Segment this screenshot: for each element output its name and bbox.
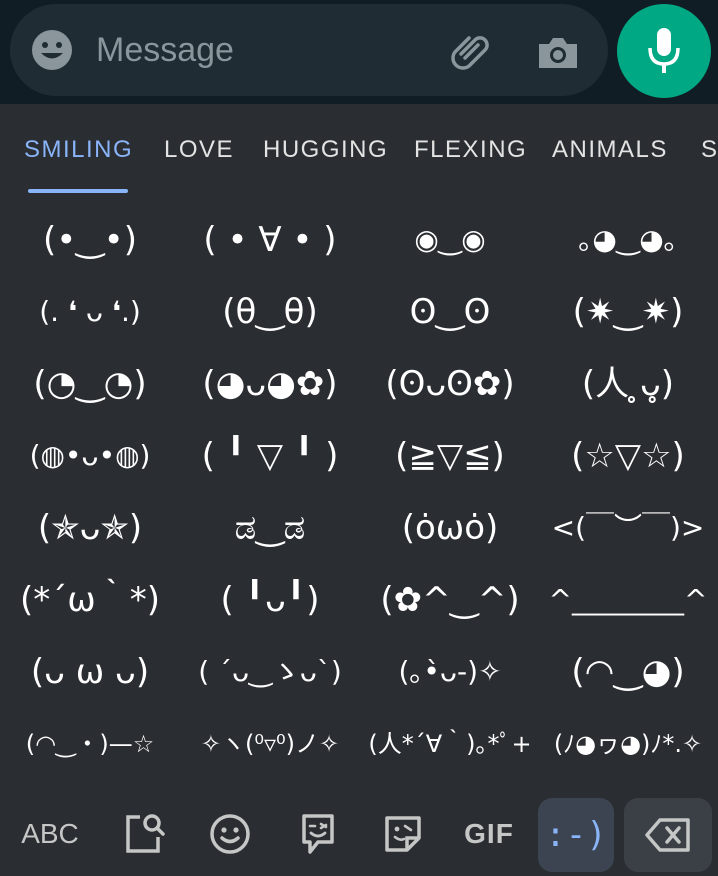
emoticon-item[interactable]: (ᴗ ω ᴗ) [0, 636, 180, 708]
emoticon-panel: SMILING LOVE HUGGING FLEXING ANIMALS S (… [0, 104, 718, 876]
emoticon-item[interactable]: (ȯωȯ) [360, 492, 540, 564]
active-tab-indicator [28, 189, 128, 193]
tab-more[interactable]: S [701, 136, 718, 164]
microphone-icon [648, 28, 680, 73]
emoticon-item[interactable]: (｡•̀ᴗ-)✧ [360, 636, 540, 708]
emoji-tab-button[interactable] [195, 792, 265, 876]
backspace-button[interactable] [624, 798, 712, 872]
emoticon-item[interactable]: (•‿•) [0, 204, 180, 276]
emoji-icon[interactable] [30, 28, 74, 72]
emoticon-tab-button[interactable]: :-) [538, 798, 614, 872]
emoticon-item[interactable]: (θ‿θ) [180, 276, 360, 348]
emoticon-item[interactable]: (人*´∀｀)｡*ﾟ+ [360, 708, 540, 780]
message-input[interactable]: Message [96, 28, 416, 72]
emoticon-item[interactable]: (ﾉ◕ヮ◕)ﾉ*.✧ [538, 708, 718, 780]
sticker-button[interactable] [368, 792, 438, 876]
emoticon-item[interactable]: (✿^‿^) [360, 564, 540, 636]
emoticon-item[interactable]: (◍•ᴗ•◍) [0, 420, 180, 492]
tab-animals[interactable]: ANIMALS [552, 136, 668, 164]
tab-love[interactable]: LOVE [164, 136, 234, 164]
camera-icon[interactable] [535, 30, 581, 76]
emoji-kitchen-button[interactable] [283, 792, 353, 876]
emoticon-item[interactable]: (◔‿◔) [0, 348, 180, 420]
clipboard-search-icon [126, 814, 165, 853]
abc-button[interactable]: ABC [10, 792, 90, 876]
emoticon-item[interactable]: (◠‿◕) [538, 636, 718, 708]
sticker-face-icon [302, 814, 334, 854]
microphone-button[interactable] [617, 4, 711, 98]
tab-flexing[interactable]: FLEXING [414, 136, 527, 164]
sticker-icon [385, 816, 421, 852]
emoticon-item[interactable]: (*´ω｀*) [0, 564, 180, 636]
emoticon-item[interactable]: (. ❛ ᴗ ❛.) [0, 276, 180, 348]
emoticon-item[interactable]: (✯ᴗ✯) [0, 492, 180, 564]
emoticon-item[interactable]: (✷‿✷) [538, 276, 718, 348]
gif-button[interactable]: GIF [455, 792, 523, 876]
emoticon-item[interactable]: (≧▽≦) [360, 420, 540, 492]
emoticon-item[interactable]: (人 ̥ᴗ̥) [538, 348, 718, 420]
emoticon-item[interactable]: ◉‿◉ [360, 204, 540, 276]
emoticon-item[interactable]: <(￣︶￣)> [538, 492, 718, 564]
message-input-container[interactable]: Message [10, 4, 608, 96]
emoticon-item[interactable]: ʘ‿ʘ [360, 276, 540, 348]
paperclip-icon[interactable] [447, 28, 495, 76]
emoticon-item[interactable]: (☆▽☆) [538, 420, 718, 492]
clipboard-button[interactable] [110, 792, 180, 876]
emoticon-item[interactable]: ( ╹ᴗ╹) [180, 564, 360, 636]
tab-smiling[interactable]: SMILING [24, 136, 133, 164]
category-tabs: SMILING LOVE HUGGING FLEXING ANIMALS S [0, 104, 718, 194]
emoticon-item[interactable]: ✧ヽ(⁰▿⁰)ノ✧ [180, 708, 360, 780]
emoticon-item[interactable]: ( ╹ ▽ ╹ ) [180, 420, 360, 492]
emoticon-item[interactable]: ( ´ᴗ‿ゝᴗ`) [180, 636, 360, 708]
emoticon-item[interactable]: ( • ∀ • ) [180, 204, 360, 276]
tab-hugging[interactable]: HUGGING [263, 136, 388, 164]
emoticon-item[interactable]: (◕ᴗ◕✿) [180, 348, 360, 420]
message-bar: Message [0, 0, 718, 104]
keyboard-bottom-bar: ABC GIF:-) [0, 792, 718, 876]
backspace-icon [645, 818, 690, 852]
emoticon-item[interactable]: ^________^ [538, 564, 718, 636]
emoticon-item[interactable]: (ʘᴗʘ✿) [360, 348, 540, 420]
emoticon-item[interactable]: (◠‿・)—☆ [0, 708, 180, 780]
smiley-icon [210, 814, 250, 854]
emoticon-item[interactable]: ಡ‿ಡ [180, 492, 360, 564]
emoticon-item[interactable]: ｡◕‿◕｡ [538, 204, 718, 276]
